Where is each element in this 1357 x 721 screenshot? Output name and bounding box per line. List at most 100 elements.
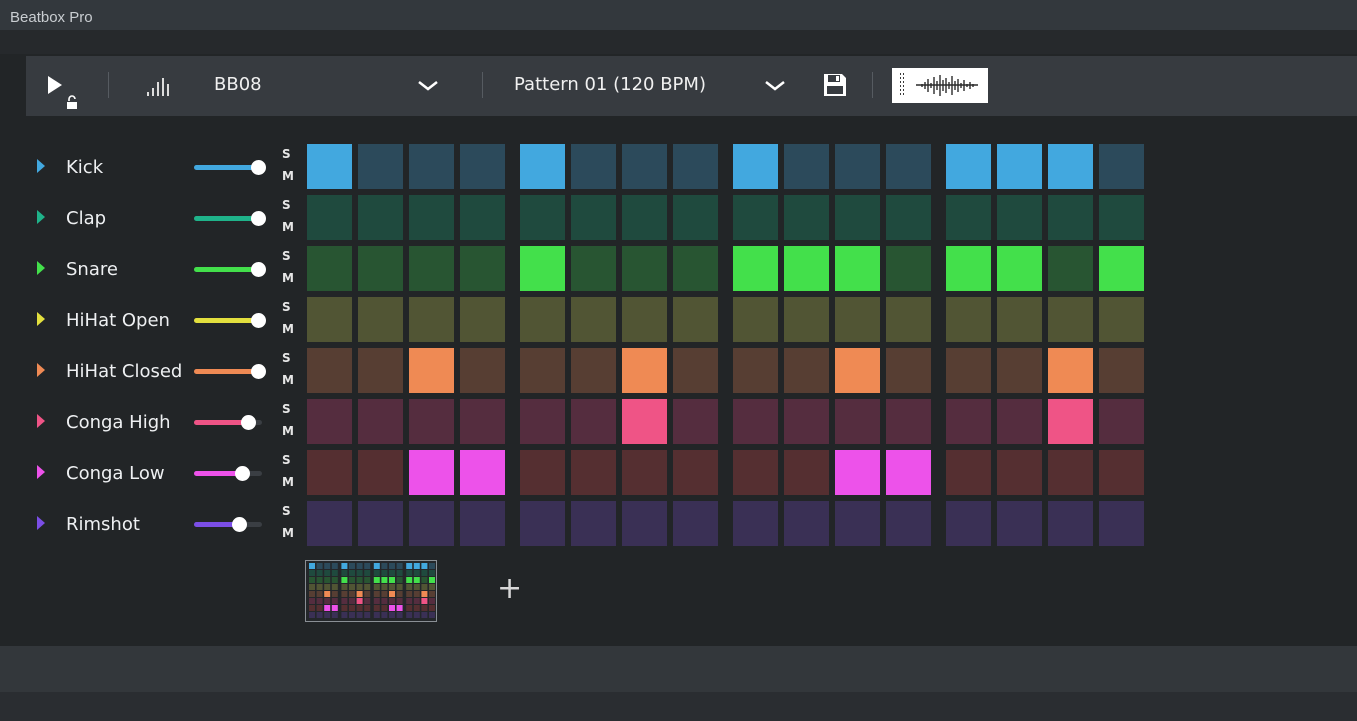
step-pad[interactable] [571, 144, 616, 189]
step-pad[interactable] [460, 195, 505, 240]
kit-dropdown-button[interactable] [416, 78, 440, 94]
step-pad[interactable] [784, 195, 829, 240]
step-pad[interactable] [673, 501, 718, 546]
save-button[interactable] [822, 72, 848, 98]
step-pad[interactable] [997, 399, 1042, 444]
volume-slider[interactable] [194, 466, 262, 481]
step-pad[interactable] [1099, 195, 1144, 240]
solo-button[interactable]: S [282, 198, 291, 212]
step-pad[interactable] [733, 348, 778, 393]
step-pad[interactable] [307, 399, 352, 444]
kit-icon-button[interactable] [144, 74, 174, 98]
pattern-selector[interactable]: Pattern 01 (120 BPM) [514, 74, 706, 95]
step-pad[interactable] [571, 246, 616, 291]
solo-button[interactable]: S [282, 249, 291, 263]
step-pad[interactable] [1099, 450, 1144, 495]
volume-slider-thumb[interactable] [251, 313, 266, 328]
track-expand-arrow-icon[interactable] [37, 159, 45, 173]
solo-button[interactable]: S [282, 453, 291, 467]
lock-icon[interactable] [66, 94, 78, 109]
step-pad[interactable] [673, 144, 718, 189]
step-pad[interactable] [307, 195, 352, 240]
step-pad[interactable] [460, 246, 505, 291]
step-pad[interactable] [409, 501, 454, 546]
step-pad[interactable] [946, 399, 991, 444]
step-pad[interactable] [1048, 501, 1093, 546]
step-pad[interactable] [946, 297, 991, 342]
step-pad[interactable] [835, 246, 880, 291]
step-pad[interactable] [946, 195, 991, 240]
mute-button[interactable]: M [282, 322, 294, 336]
step-pad[interactable] [307, 348, 352, 393]
step-pad[interactable] [622, 195, 667, 240]
step-pad[interactable] [1099, 348, 1144, 393]
step-pad[interactable] [835, 195, 880, 240]
step-pad[interactable] [622, 246, 667, 291]
step-pad[interactable] [997, 297, 1042, 342]
step-pad[interactable] [571, 450, 616, 495]
step-pad[interactable] [571, 399, 616, 444]
step-pad[interactable] [835, 348, 880, 393]
step-pad[interactable] [307, 144, 352, 189]
step-pad[interactable] [460, 297, 505, 342]
volume-slider[interactable] [194, 262, 266, 277]
add-pattern-button[interactable]: + [497, 574, 522, 604]
volume-slider-thumb[interactable] [231, 517, 247, 532]
step-pad[interactable] [409, 450, 454, 495]
step-pad[interactable] [835, 399, 880, 444]
step-pad[interactable] [409, 246, 454, 291]
step-pad[interactable] [886, 450, 931, 495]
track-expand-arrow-icon[interactable] [37, 261, 45, 275]
step-pad[interactable] [358, 195, 403, 240]
volume-slider-thumb[interactable] [251, 364, 266, 379]
step-pad[interactable] [997, 195, 1042, 240]
step-pad[interactable] [1048, 297, 1093, 342]
step-pad[interactable] [358, 246, 403, 291]
step-pad[interactable] [358, 501, 403, 546]
track-expand-arrow-icon[interactable] [37, 414, 45, 428]
step-pad[interactable] [673, 195, 718, 240]
step-pad[interactable] [835, 450, 880, 495]
volume-slider-thumb[interactable] [251, 160, 266, 175]
step-pad[interactable] [997, 144, 1042, 189]
solo-button[interactable]: S [282, 147, 291, 161]
step-pad[interactable] [307, 450, 352, 495]
step-pad[interactable] [886, 144, 931, 189]
step-pad[interactable] [673, 348, 718, 393]
step-pad[interactable] [784, 246, 829, 291]
step-pad[interactable] [1048, 348, 1093, 393]
step-pad[interactable] [733, 501, 778, 546]
step-pad[interactable] [409, 195, 454, 240]
step-pad[interactable] [460, 450, 505, 495]
step-pad[interactable] [946, 450, 991, 495]
step-pad[interactable] [622, 501, 667, 546]
solo-button[interactable]: S [282, 351, 291, 365]
step-pad[interactable] [733, 246, 778, 291]
step-pad[interactable] [571, 195, 616, 240]
mute-button[interactable]: M [282, 373, 294, 387]
step-pad[interactable] [997, 348, 1042, 393]
step-pad[interactable] [520, 399, 565, 444]
step-pad[interactable] [520, 450, 565, 495]
step-pad[interactable] [460, 399, 505, 444]
step-pad[interactable] [997, 450, 1042, 495]
step-pad[interactable] [460, 501, 505, 546]
step-pad[interactable] [409, 348, 454, 393]
solo-button[interactable]: S [282, 504, 291, 518]
step-pad[interactable] [946, 348, 991, 393]
step-pad[interactable] [886, 195, 931, 240]
step-pad[interactable] [673, 399, 718, 444]
volume-slider-thumb[interactable] [251, 211, 266, 226]
step-pad[interactable] [1099, 399, 1144, 444]
track-expand-arrow-icon[interactable] [37, 465, 45, 479]
step-pad[interactable] [997, 246, 1042, 291]
step-pad[interactable] [1048, 195, 1093, 240]
mute-button[interactable]: M [282, 169, 294, 183]
step-pad[interactable] [784, 297, 829, 342]
step-pad[interactable] [571, 348, 616, 393]
step-pad[interactable] [520, 246, 565, 291]
step-pad[interactable] [733, 450, 778, 495]
step-pad[interactable] [946, 144, 991, 189]
step-pad[interactable] [835, 297, 880, 342]
step-pad[interactable] [835, 501, 880, 546]
